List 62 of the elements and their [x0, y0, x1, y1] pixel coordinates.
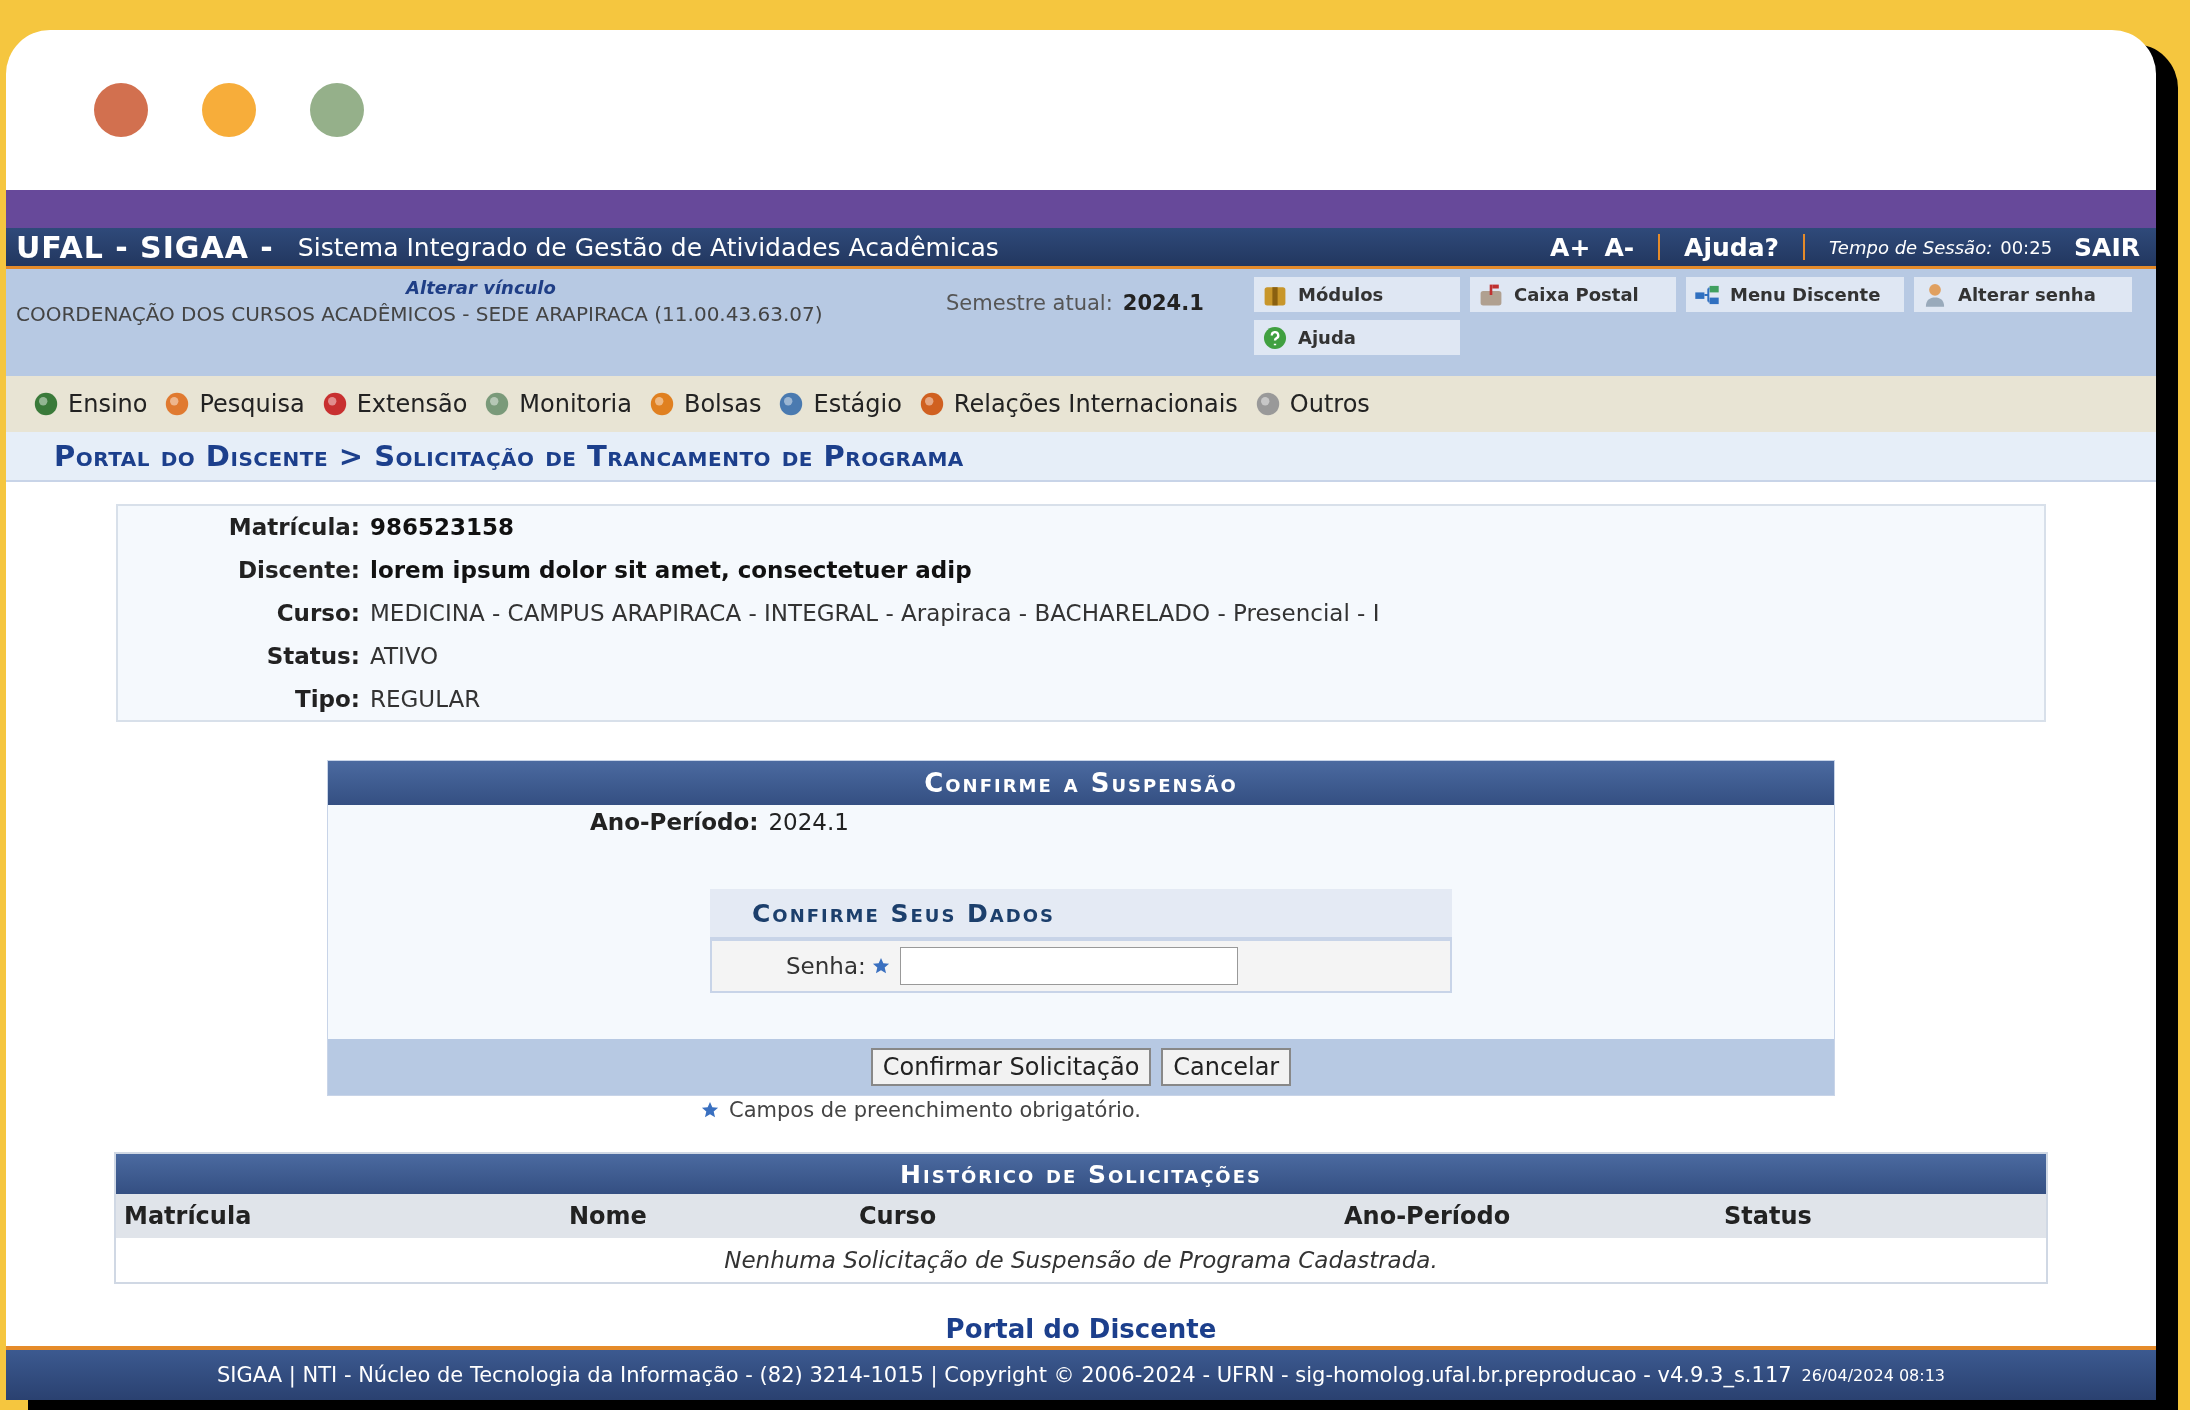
field-value: 986523158: [370, 514, 516, 540]
session-time: 00:25: [2000, 236, 2053, 258]
menu-item[interactable]: Estágio: [777, 390, 902, 418]
site-subtitle: Sistema Integrado de Gestão de Atividades Acadêmicas: [297, 232, 999, 262]
menu-item[interactable]: Bolsas: [647, 390, 762, 418]
field-label: Discente:: [236, 557, 360, 583]
menu-icon: [32, 390, 60, 418]
session-label: Tempo de Sessão:: [1829, 236, 1993, 258]
menu-item[interactable]: Extensão: [320, 390, 468, 418]
menu-item[interactable]: Relações Internacionais: [917, 390, 1238, 418]
font-size-link[interactable]: A+: [1550, 232, 1591, 262]
column-header: Ano-Período: [1344, 1202, 1512, 1230]
shortcut-link[interactable]: Ajuda: [1254, 320, 1460, 355]
field-value: lorem ipsum dolor sit amet, consectetuer adip: [370, 557, 973, 583]
column-header: Nome: [569, 1202, 648, 1230]
footer-timestamp: 26/04/2024 08:13: [1801, 1365, 1946, 1385]
subpanel-title: Confirme Seus Dados: [710, 889, 1452, 939]
field-value: REGULAR: [370, 686, 482, 712]
form-button[interactable]: Confirmar Solicitação: [870, 1048, 1152, 1086]
semester-label: Semestre atual:: [946, 291, 1113, 317]
semester-value: 2024.1: [1122, 291, 1204, 317]
panel-title: Confirme a Suspensão: [328, 761, 1834, 805]
logout-link[interactable]: SAIR: [2074, 232, 2140, 262]
window-control-dot[interactable]: [310, 83, 364, 137]
font-size-link[interactable]: A-: [1604, 232, 1635, 262]
help-icon: [1262, 324, 1288, 351]
column-header: Curso: [859, 1202, 938, 1230]
window-control-dot[interactable]: [202, 83, 256, 137]
field-label: Curso:: [275, 600, 360, 626]
required-icon: [871, 957, 890, 975]
menu-item[interactable]: Monitoria: [483, 390, 632, 418]
breadcrumb: Portal do Discente > Solicitação de Trancamento de Programa: [54, 439, 964, 473]
table-title: Histórico de Solicitações: [116, 1154, 2046, 1194]
shortcut-link[interactable]: Menu Discente: [1686, 277, 1904, 312]
form-button[interactable]: Cancelar: [1161, 1048, 1292, 1086]
field-label: Matrícula:: [227, 514, 360, 540]
portal-link[interactable]: Portal do Discente: [945, 1314, 1217, 1344]
column-header: Matrícula: [124, 1202, 253, 1230]
menu-item[interactable]: Ensino: [32, 390, 148, 418]
footer-text: SIGAA | NTI - Núcleo de Tecnologia da Informação - (82) 3214-1015 | Copyright © 2006-2024 - UFRN - sig-homolog.ufal.br.preproducao - v4.9.3_s.117: [216, 1363, 1792, 1387]
window-control-dot[interactable]: [94, 83, 148, 137]
required-icon: [700, 1101, 719, 1119]
password-field[interactable]: [899, 947, 1238, 985]
shortcut-link[interactable]: Módulos: [1254, 277, 1460, 312]
field-value: ATIVO: [370, 643, 440, 669]
site-logo[interactable]: UFAL - SIGAA -: [16, 229, 274, 265]
change-link[interactable]: Alterar vínculo: [406, 277, 556, 298]
shortcut-link[interactable]: Alterar senha: [1914, 277, 2132, 312]
column-header: Status: [1724, 1202, 1813, 1230]
menu-item[interactable]: Pesquisa: [163, 390, 305, 418]
period-value: 2024.1: [768, 809, 849, 835]
field-label: Status:: [265, 643, 360, 669]
unit-name: COORDENAÇÃO DOS CURSOS ACADÊMICOS - SEDE ARAPIRACA (11.00.43.63.07): [16, 302, 823, 326]
field-value: MEDICINA - CAMPUS ARAPIRACA - INTEGRAL - Arapiraca - BACHARELADO - Presencial - I: [370, 600, 1381, 626]
empty-message: Nenhuma Solicitação de Suspensão de Programa Cadastrada.: [724, 1247, 1438, 1273]
field-label: Tipo:: [293, 686, 360, 712]
password-label: Senha:: [786, 953, 866, 979]
shortcut-link[interactable]: Caixa Postal: [1470, 277, 1676, 312]
help-link[interactable]: Ajuda?: [1684, 232, 1780, 262]
required-note: Campos de preenchimento obrigatório.: [728, 1098, 1141, 1122]
period-label: Ano-Período:: [590, 809, 759, 835]
menu-item[interactable]: Outros: [1253, 390, 1370, 418]
